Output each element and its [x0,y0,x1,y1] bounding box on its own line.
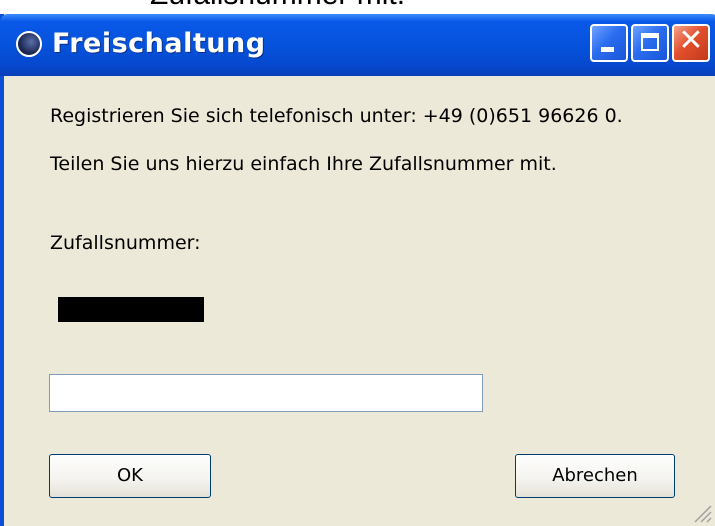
random-number-instruction-text: Teilen Sie uns hierzu einfach Ihre Zufal… [50,153,557,175]
phone-instruction-text: Registrieren Sie sich telefonisch unter:… [50,105,623,127]
maximize-icon [641,33,659,51]
title-bar[interactable]: Freischaltung ✕ [0,14,715,76]
activation-code-input[interactable] [49,374,483,412]
redacted-random-number [58,297,204,322]
resize-grip-icon[interactable] [689,500,713,524]
maximize-button[interactable] [631,24,669,62]
random-number-label: Zufallsnummer: [50,232,201,254]
window-title: Freischaltung [52,28,266,59]
cancel-button[interactable]: Abrechen [515,454,675,498]
minimize-button[interactable] [590,24,628,62]
background-partial-text: Zufallsnummer mit. [150,0,405,12]
minimize-icon [601,47,614,52]
close-icon: ✕ [678,23,704,58]
app-icon[interactable] [16,31,42,57]
close-button[interactable]: ✕ [672,24,710,62]
ok-button[interactable]: OK [49,454,211,498]
dialog-window: Freischaltung ✕ Registrieren Sie sich te… [0,14,715,526]
